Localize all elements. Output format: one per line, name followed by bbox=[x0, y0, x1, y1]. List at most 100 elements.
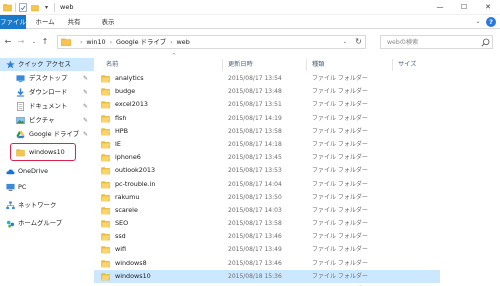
file-date: 2015/08/17 13:48 bbox=[228, 88, 282, 96]
file-type: ファイル フォルダー bbox=[312, 233, 368, 241]
file-name: pc-trouble.in bbox=[115, 179, 156, 188]
minimize-button[interactable]: — bbox=[428, 0, 452, 15]
pin-icon[interactable]: ✎ bbox=[82, 117, 89, 124]
sidebar-item-label: Google ドライブ bbox=[29, 130, 80, 138]
table-row[interactable]: outlook2013 2015/08/17 13:53 ファイル フォルダー bbox=[94, 164, 440, 177]
sidebar-item-label: ホームグループ bbox=[18, 219, 63, 227]
address-bar[interactable]: › win10 › Google ドライブ › web ⌄ ↻ bbox=[57, 35, 366, 49]
pin-icon[interactable]: ✎ bbox=[82, 103, 89, 110]
search-icon[interactable] bbox=[481, 38, 490, 47]
forward-button[interactable]: → bbox=[16, 37, 26, 47]
pin-icon[interactable]: ✎ bbox=[82, 75, 89, 82]
file-name: windows10 bbox=[115, 271, 151, 280]
expand-ribbon-button[interactable]: ⌄ bbox=[474, 18, 482, 26]
table-row[interactable]: iphone6 2015/08/17 13:45 ファイル フォルダー bbox=[94, 151, 440, 164]
breadcrumb-win10[interactable]: win10 bbox=[86, 38, 105, 46]
navigation-pane: クイック アクセス デスクトップ ✎ ダウンロード ✎ ドキュメント ✎ ピクチ… bbox=[0, 54, 94, 286]
tab-share[interactable]: 共有 bbox=[63, 15, 85, 29]
sidebar-item-downloads[interactable]: ダウンロード ✎ bbox=[0, 86, 94, 99]
folder-icon bbox=[101, 141, 110, 149]
close-button[interactable]: ✕ bbox=[476, 0, 500, 15]
sidebar-item-documents[interactable]: ドキュメント ✎ bbox=[0, 100, 94, 113]
recent-locations-button[interactable]: ⌄ bbox=[29, 37, 39, 47]
folder-icon bbox=[101, 75, 110, 83]
sidebar-item-onedrive[interactable]: OneDrive bbox=[0, 165, 94, 178]
table-row[interactable]: fish 2015/08/17 14:19 ファイル フォルダー bbox=[94, 112, 440, 125]
table-row[interactable]: IE 2015/08/17 14:18 ファイル フォルダー bbox=[94, 138, 440, 151]
breadcrumb-google-drive[interactable]: Google ドライブ bbox=[116, 38, 166, 46]
network-icon bbox=[6, 201, 15, 210]
file-name: ssd bbox=[115, 232, 126, 241]
pin-icon[interactable]: ✎ bbox=[82, 131, 89, 138]
column-header-date[interactable]: 更新日時 bbox=[228, 59, 253, 71]
breadcrumb-separator[interactable]: › bbox=[110, 39, 112, 46]
sidebar-item-google-drive[interactable]: Google ドライブ ✎ bbox=[0, 128, 94, 141]
sidebar-item-network[interactable]: ネットワーク bbox=[0, 199, 94, 212]
table-row[interactable]: budge 2015/08/17 13:48 ファイル フォルダー bbox=[94, 85, 440, 98]
sidebar-item-homegroup[interactable]: ホームグループ bbox=[0, 217, 94, 230]
file-type: ファイル フォルダー bbox=[312, 127, 368, 135]
table-row[interactable]: ssd 2015/08/17 13:46 ファイル フォルダー bbox=[94, 230, 440, 243]
file-list: ^ 名前 更新日時 種類 サイズ analytics 2015/08/17 13:… bbox=[94, 54, 500, 286]
table-row[interactable]: SEO 2015/08/17 13:58 ファイル フォルダー bbox=[94, 217, 440, 230]
quick-access-toolbar-dropdown[interactable]: ▾ bbox=[43, 3, 50, 12]
file-name: fish bbox=[115, 113, 127, 122]
file-type: ファイル フォルダー bbox=[312, 75, 368, 82]
sidebar-item-quick-access[interactable]: クイック アクセス bbox=[0, 58, 94, 71]
file-type: ファイル フォルダー bbox=[312, 140, 368, 148]
sidebar-item-label: ネットワーク bbox=[18, 201, 57, 209]
sidebar-item-label: ピクチャ bbox=[29, 116, 55, 124]
tab-file[interactable]: ファイル bbox=[0, 15, 26, 29]
column-divider[interactable] bbox=[222, 59, 223, 71]
folder-icon bbox=[101, 167, 110, 175]
folder-icon bbox=[101, 233, 110, 241]
tab-view[interactable]: 表示 bbox=[97, 15, 119, 29]
refresh-button[interactable]: ↻ bbox=[352, 36, 365, 48]
table-row[interactable]: windows10 2015/08/18 15:36 ファイル フォルダー bbox=[94, 269, 440, 283]
table-row[interactable]: analytics 2015/08/17 13:54 ファイル フォルダー bbox=[94, 72, 440, 85]
breadcrumb-web[interactable]: web bbox=[177, 38, 190, 46]
sidebar-item-desktop[interactable]: デスクトップ ✎ bbox=[0, 72, 94, 85]
file-name: analytics bbox=[115, 74, 144, 82]
table-row[interactable]: windows8 2015/08/17 13:46 ファイル フォルダー bbox=[94, 257, 440, 270]
column-header-name[interactable]: 名前 bbox=[106, 59, 118, 71]
table-row[interactable]: excel2013 2015/08/17 13:51 ファイル フォルダー bbox=[94, 98, 440, 111]
table-row[interactable]: scarele 2015/08/17 14:03 ファイル フォルダー bbox=[94, 204, 440, 217]
up-button[interactable]: ↑ bbox=[40, 37, 50, 47]
file-name: rakumu bbox=[115, 192, 140, 201]
file-date: 2015/08/17 13:58 bbox=[228, 127, 282, 135]
tab-home[interactable]: ホーム bbox=[32, 15, 58, 29]
column-divider[interactable] bbox=[392, 59, 393, 71]
file-type: ファイル フォルダー bbox=[312, 193, 368, 201]
file-name: IE bbox=[115, 139, 121, 148]
column-header-type[interactable]: 種類 bbox=[312, 59, 324, 71]
table-row[interactable]: wifi 2015/08/17 13:49 ファイル フォルダー bbox=[94, 243, 440, 256]
help-button[interactable]: ? bbox=[486, 17, 496, 27]
pin-icon[interactable]: ✎ bbox=[82, 89, 89, 96]
folder-icon bbox=[101, 246, 110, 254]
folder-icon bbox=[101, 180, 110, 188]
file-date: 2015/08/18 15:36 bbox=[228, 272, 282, 280]
table-row[interactable]: HPB 2015/08/17 13:58 ファイル フォルダー bbox=[94, 125, 440, 138]
table-row[interactable]: pc-trouble.in 2015/08/17 14:04 ファイル フォルダー bbox=[94, 178, 440, 191]
breadcrumb-separator[interactable]: › bbox=[170, 39, 172, 46]
folder-icon bbox=[101, 128, 110, 136]
search-box[interactable] bbox=[380, 35, 493, 49]
file-date: 2015/08/17 13:51 bbox=[228, 101, 282, 109]
column-header-size[interactable]: サイズ bbox=[398, 59, 416, 71]
file-name: excel2013 bbox=[115, 100, 148, 109]
properties-icon[interactable] bbox=[19, 3, 27, 12]
sidebar-item-pictures[interactable]: ピクチャ ✎ bbox=[0, 114, 94, 127]
sidebar-item-pc[interactable]: PC bbox=[0, 181, 94, 194]
new-folder-icon[interactable] bbox=[31, 3, 39, 12]
search-input[interactable] bbox=[381, 36, 479, 48]
table-row[interactable]: rakumu 2015/08/17 13:50 ファイル フォルダー bbox=[94, 191, 440, 204]
file-date: 2015/08/17 13:46 bbox=[228, 259, 282, 267]
address-dropdown-button[interactable]: ⌄ bbox=[339, 36, 351, 48]
back-button[interactable]: ← bbox=[3, 37, 13, 47]
maximize-button[interactable]: ☐ bbox=[452, 0, 476, 15]
column-divider[interactable] bbox=[306, 59, 307, 71]
sidebar-item-windows10[interactable]: windows10 bbox=[0, 146, 94, 159]
file-type: ファイル フォルダー bbox=[312, 206, 368, 214]
documents-icon bbox=[17, 102, 24, 111]
